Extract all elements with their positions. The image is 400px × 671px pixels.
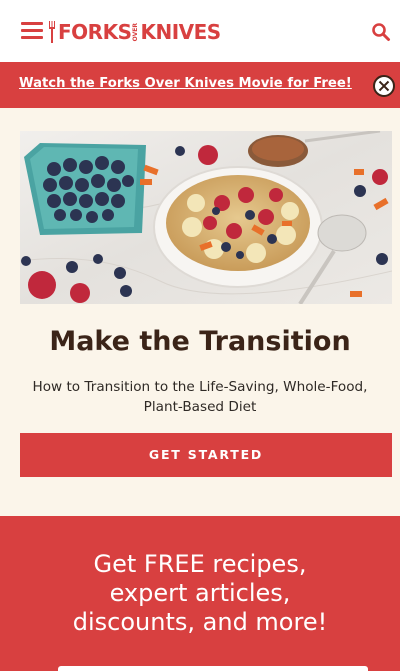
search-icon[interactable] bbox=[371, 22, 391, 42]
watch-movie-link[interactable]: Watch the Forks Over Knives Movie for Fr… bbox=[19, 76, 352, 91]
hamburger-menu-icon[interactable] bbox=[21, 22, 43, 40]
logo-text-forks: FORKS bbox=[58, 20, 132, 44]
promo-headline: Get FREE recipes, expert articles, disco… bbox=[72, 550, 328, 636]
page-title: Make the Transition bbox=[49, 326, 351, 357]
close-icon bbox=[378, 80, 390, 92]
fork-icon bbox=[49, 21, 55, 43]
hero-image bbox=[20, 131, 392, 304]
newsletter-promo: Get FREE recipes, expert articles, disco… bbox=[0, 516, 400, 671]
site-header: FORKS OVER KNIVES bbox=[0, 0, 400, 62]
email-field[interactable] bbox=[58, 666, 368, 671]
page-subtitle: How to Transition to the Life-Saving, Wh… bbox=[32, 379, 368, 415]
oatmeal-bowl-image bbox=[20, 131, 392, 304]
site-logo[interactable]: FORKS OVER KNIVES bbox=[49, 19, 221, 45]
close-banner-button[interactable] bbox=[373, 75, 395, 97]
promo-banner: Watch the Forks Over Knives Movie for Fr… bbox=[0, 62, 400, 108]
logo-text-over: OVER bbox=[132, 22, 140, 42]
logo-text-knives: KNIVES bbox=[140, 20, 221, 44]
get-started-button[interactable]: GET STARTED bbox=[20, 433, 392, 477]
